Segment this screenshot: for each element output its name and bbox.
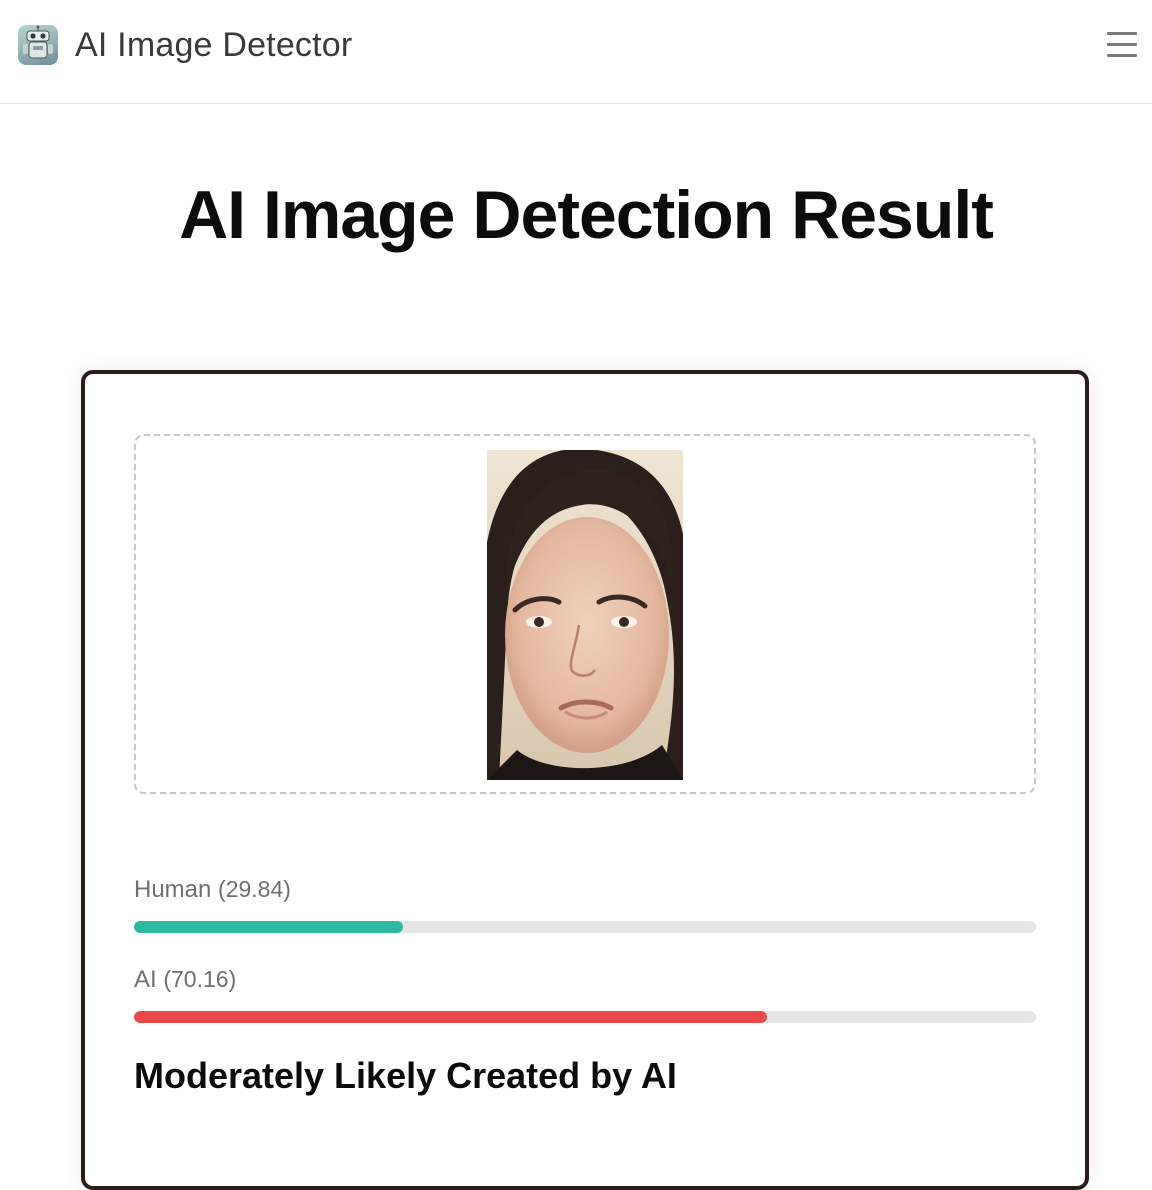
image-upload-area[interactable]	[134, 434, 1036, 794]
human-score: (29.84)	[218, 876, 291, 902]
top-navigation-bar: AI Image Detector	[0, 0, 1152, 104]
hamburger-menu-icon[interactable]	[1100, 28, 1142, 62]
result-card: Human (29.84) AI (70.16) Moderately Like…	[81, 370, 1089, 1190]
ai-score: (70.16)	[163, 966, 237, 992]
human-label: Human	[134, 876, 212, 903]
ai-probability-label: AI (70.16)	[134, 964, 236, 995]
human-probability-label: Human (29.84)	[134, 874, 291, 905]
human-probability-bar	[134, 921, 1036, 933]
ai-probability-fill	[134, 1011, 767, 1023]
page-title: AI Image Detection Result	[179, 177, 994, 253]
human-probability-fill	[134, 921, 404, 933]
face-photo	[487, 450, 683, 780]
ai-label: AI	[134, 966, 157, 993]
verdict-text: Moderately Likely Created by AI	[134, 1055, 677, 1096]
ai-probability-bar	[134, 1011, 1036, 1023]
app-title[interactable]: AI Image Detector	[75, 24, 352, 66]
robot-icon[interactable]	[18, 25, 58, 65]
